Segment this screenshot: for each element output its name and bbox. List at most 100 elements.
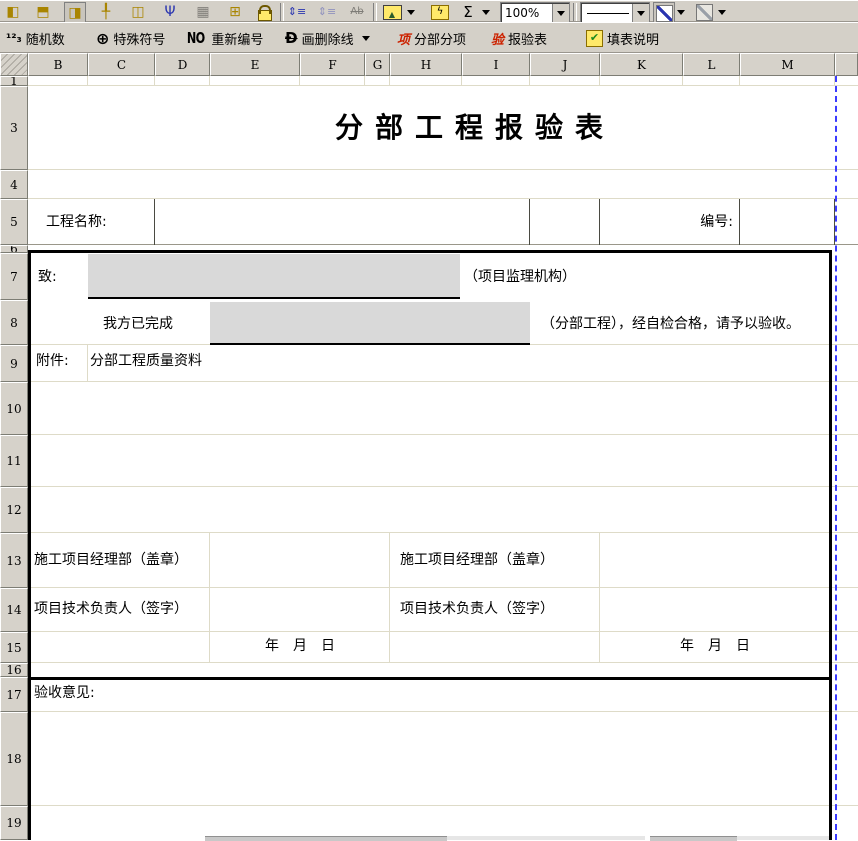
quick-table-glyph: ϟ	[431, 5, 449, 20]
row-header-15[interactable]: 15	[0, 632, 28, 663]
dropdown-arrow-icon[interactable]	[362, 36, 370, 41]
row-header-6[interactable]: 6	[0, 245, 28, 253]
renumber-cells-icon[interactable]: ⊞	[225, 2, 245, 22]
subdivision-button[interactable]: 项 分部分项	[397, 26, 466, 50]
select-all-corner[interactable]	[0, 53, 28, 76]
supervisor-name-field[interactable]	[88, 254, 460, 299]
column-header-D[interactable]: D	[155, 53, 210, 76]
column-header-L[interactable]: L	[683, 53, 740, 76]
row-header-13[interactable]: 13	[0, 533, 28, 588]
insert-picture-icon[interactable]: ▲	[381, 2, 403, 22]
table-frame-top	[28, 250, 832, 253]
row-header-10[interactable]: 10	[0, 382, 28, 435]
attachment-value: 分部工程质量资料	[90, 352, 202, 371]
sign-label-left: 项目技术负责人（签字）	[34, 600, 188, 619]
insert-cells-left-icon[interactable]: ◧	[3, 2, 23, 22]
seal-label-right: 施工项目经理部（盖章）	[400, 551, 554, 570]
dropdown-arrow-icon	[718, 10, 726, 15]
clear-format-icon: Ab	[347, 2, 367, 22]
insert-cells-right-icon[interactable]: ◨	[64, 2, 86, 24]
row-header-12[interactable]: 12	[0, 487, 28, 533]
border-diagonal2-dropdown[interactable]	[715, 2, 729, 22]
lock-cells-icon[interactable]	[255, 2, 275, 22]
insert-cells-down-icon[interactable]: ⬒	[33, 2, 53, 22]
split-cells-icon[interactable]: ╀	[96, 2, 116, 22]
renumber-button[interactable]: NO 重新编号	[184, 26, 263, 50]
border-diagonal2-icon[interactable]	[694, 2, 714, 22]
zoom-dropdown-button[interactable]	[552, 4, 569, 22]
attachment-label: 附件:	[36, 352, 69, 371]
toolbar-separator	[373, 3, 377, 21]
row-header-5[interactable]: 5	[0, 199, 28, 245]
border-diagonal-icon[interactable]	[653, 2, 675, 24]
gridline	[529, 76, 530, 86]
inspection-form-label: 报验表	[508, 29, 547, 48]
cell-border	[154, 199, 155, 245]
column-header-H[interactable]: H	[390, 53, 462, 76]
strikethrough-button[interactable]: Đ 画删除线	[285, 26, 370, 50]
column-header-G[interactable]: G	[365, 53, 390, 76]
special-symbol-button[interactable]: ⊕ 特殊符号	[96, 26, 165, 50]
row-header-18[interactable]: 18	[0, 712, 28, 806]
column-header-B[interactable]: B	[28, 53, 88, 76]
column-header-C[interactable]: C	[88, 53, 155, 76]
selection-range-icon: ▦	[193, 2, 213, 22]
completed-work-field[interactable]	[210, 302, 530, 345]
addin-toolbar: ¹²₃ 随机数 ⊕ 特殊符号 NO 重新编号 Đ 画删除线 项 分部分项 验 报…	[0, 22, 858, 53]
renumber-label: 重新编号	[211, 29, 263, 48]
partial-cell	[447, 836, 645, 840]
row-header-16[interactable]: 16	[0, 663, 28, 677]
autosum-icon[interactable]: Σ	[458, 2, 478, 22]
zoom-value: 100%	[501, 6, 552, 20]
row-header-7[interactable]: 7	[0, 253, 28, 300]
column-header-E[interactable]: E	[210, 53, 300, 76]
row-header-14[interactable]: 14	[0, 588, 28, 632]
gridline	[87, 345, 88, 382]
column-header-K[interactable]: K	[600, 53, 683, 76]
row-header-19[interactable]: 19	[0, 806, 28, 840]
gridline	[28, 85, 858, 86]
line-style-combo[interactable]	[580, 2, 650, 24]
column-header-F[interactable]: F	[300, 53, 365, 76]
zoom-combo[interactable]: 100%	[500, 2, 570, 24]
fill-down-icon[interactable]: Ψ	[160, 2, 180, 22]
row-header-1[interactable]: 1	[0, 76, 28, 86]
picture-glyph: ▲	[383, 5, 402, 20]
supervisor-suffix: （项目监理机构）	[464, 268, 576, 287]
dropdown-arrow-icon	[407, 10, 415, 15]
partial-cell	[205, 836, 447, 841]
quick-table-icon[interactable]: ϟ	[430, 2, 450, 22]
row-header-8[interactable]: 8	[0, 300, 28, 345]
row-header-3[interactable]: 3	[0, 86, 28, 170]
autosum-dropdown[interactable]	[479, 2, 493, 22]
fill-instructions-button[interactable]: ✔ 填表说明	[586, 26, 659, 50]
column-header-J[interactable]: J	[530, 53, 600, 76]
gridline	[28, 198, 858, 199]
row-height-increase-icon[interactable]: ⇕≡	[287, 2, 307, 22]
line-style-dropdown-button[interactable]	[632, 4, 649, 22]
column-header-partial[interactable]	[835, 53, 858, 76]
fill-instructions-label: 填表说明	[607, 29, 659, 48]
inspection-form-button[interactable]: 验 报验表	[491, 26, 547, 50]
border-diagonal-dropdown[interactable]	[674, 2, 688, 22]
partial-cell	[737, 836, 829, 840]
row-header-11[interactable]: 11	[0, 435, 28, 487]
sheet-area[interactable]	[28, 76, 858, 840]
row-header-9[interactable]: 9	[0, 345, 28, 382]
gridline	[28, 587, 858, 588]
row-header-17[interactable]: 17	[0, 677, 28, 712]
random-number-button[interactable]: ¹²₃ 随机数	[6, 26, 65, 50]
row-header-4[interactable]: 4	[0, 170, 28, 199]
sign-label-right: 项目技术负责人（签字）	[400, 600, 554, 619]
column-header-I[interactable]: I	[462, 53, 530, 76]
merge-cells-icon[interactable]: ◫	[128, 2, 148, 22]
gridline	[739, 76, 740, 86]
column-header-M[interactable]: M	[740, 53, 835, 76]
project-name-label: 工程名称:	[46, 213, 107, 232]
renumber-icon: NO	[187, 29, 204, 47]
insert-picture-dropdown[interactable]	[404, 2, 418, 22]
gridline	[28, 381, 858, 382]
gridline	[461, 76, 462, 86]
partial-cell	[650, 836, 737, 841]
dropdown-arrow-icon	[557, 11, 565, 16]
